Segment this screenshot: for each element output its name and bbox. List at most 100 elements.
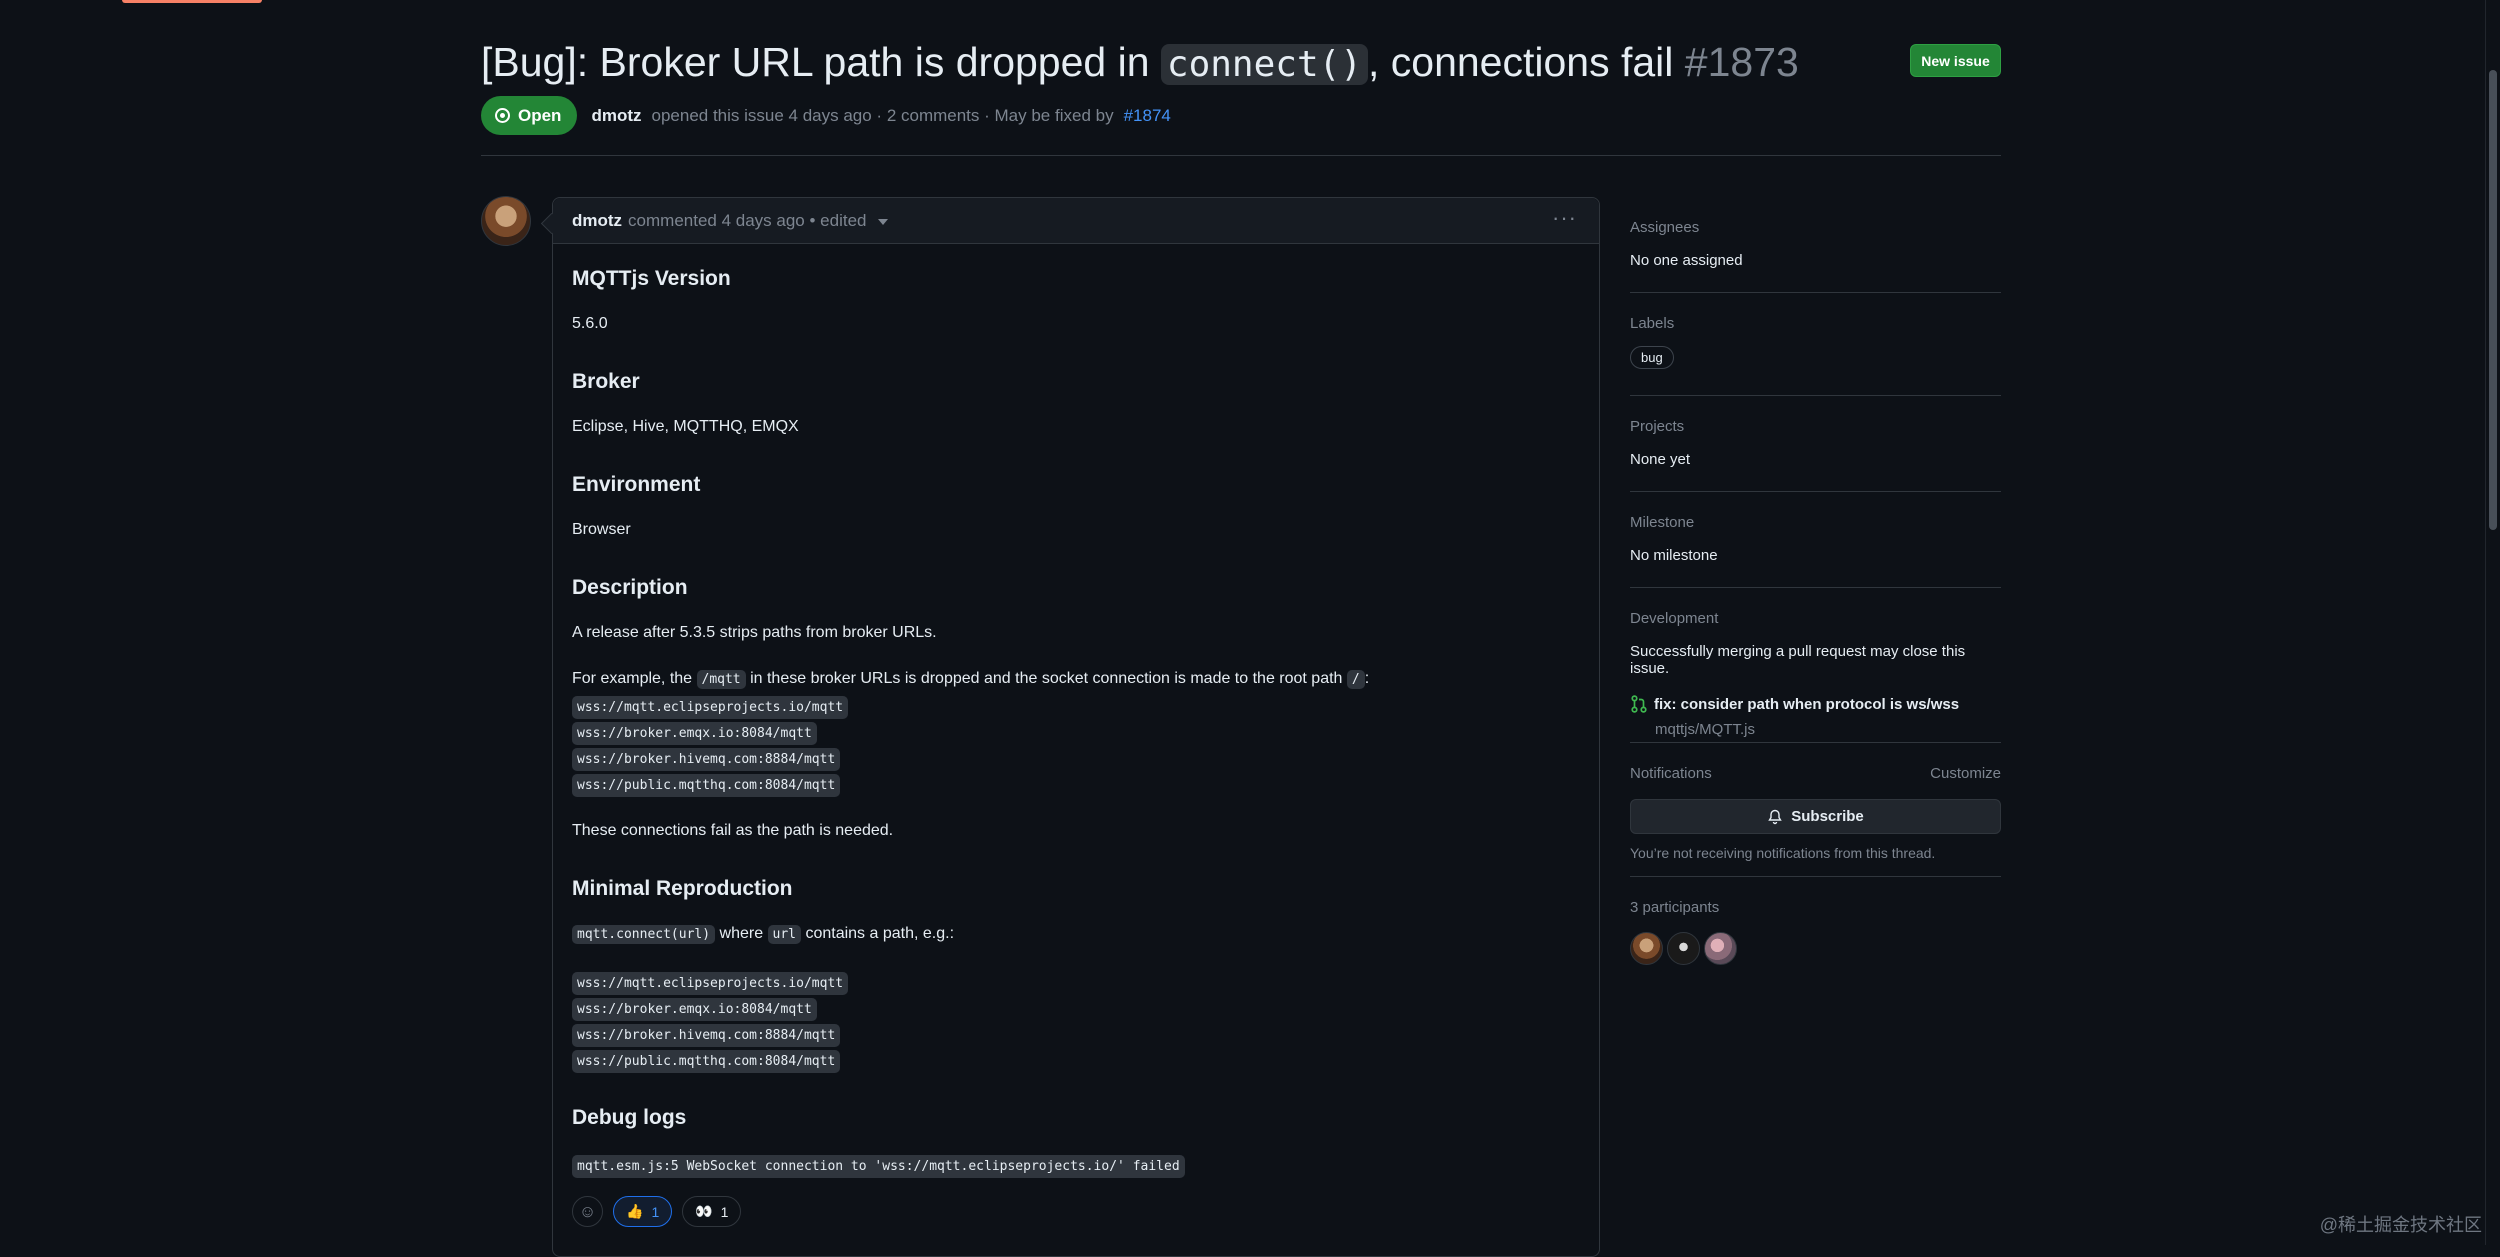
page-scrollbar[interactable] xyxy=(2485,0,2500,1245)
heading-description: Description xyxy=(572,576,688,599)
comment-author-link[interactable]: dmotz xyxy=(572,211,622,231)
issue-author-link[interactable]: dmotz xyxy=(591,106,641,126)
description-p2: For example, the /mqtt in these broker U… xyxy=(572,668,1369,691)
status-badge: Open xyxy=(481,96,578,135)
url-code: wss://broker.hivemq.com:8884/mqtt xyxy=(572,1024,841,1047)
sidebar-development[interactable]: Development Successfully merging a pull … xyxy=(1630,610,2001,738)
version-value: 5.6.0 xyxy=(572,315,608,332)
kebab-menu-icon[interactable]: ··· xyxy=(1552,207,1577,229)
broker-value: Eclipse, Hive, MQTTHQ, EMQX xyxy=(572,418,799,435)
url-code: wss://public.mqtthq.com:8084/mqtt xyxy=(572,1050,841,1073)
debug-log-code: mqtt.esm.js:5 WebSocket connection to 'w… xyxy=(572,1155,1185,1178)
sidebar-divider xyxy=(1630,876,2001,877)
description-p3: These connections fail as the path is ne… xyxy=(572,822,894,839)
reactions-bar: ☺ 👍 1 👀 1 xyxy=(572,1196,742,1227)
reproduction-text: mqtt.connect(url) where url contains a p… xyxy=(572,923,954,946)
sidebar-projects[interactable]: Projects None yet xyxy=(1630,418,2001,468)
avatar[interactable] xyxy=(481,196,531,246)
notifications-note: You’re not receiving notifications from … xyxy=(1630,845,1936,861)
subscribe-label: Subscribe xyxy=(1791,808,1864,825)
sidebar-label: 3 participants xyxy=(1630,899,1720,916)
issue-number: #1873 xyxy=(1684,39,1799,85)
comment-box: dmotz commented 4 days ago • edited ··· … xyxy=(552,197,1600,1257)
sidebar-assignees[interactable]: Assignees No one assigned xyxy=(1630,219,2001,269)
reaction-count: 1 xyxy=(651,1203,660,1220)
sidebar-participants: 3 participants xyxy=(1630,899,2001,965)
issue-title: [Bug]: Broker URL path is dropped in con… xyxy=(481,34,1861,93)
sidebar-milestone[interactable]: Milestone No milestone xyxy=(1630,514,2001,564)
inline-code: / xyxy=(1346,670,1365,689)
environment-value: Browser xyxy=(572,521,631,538)
url-code: wss://broker.hivemq.com:8884/mqtt xyxy=(572,748,841,771)
active-tab-indicator xyxy=(122,0,262,3)
scrollbar-thumb[interactable] xyxy=(2489,70,2497,530)
linked-pull-request[interactable]: fix: consider path when protocol is ws/w… xyxy=(1630,695,2001,713)
title-code: connect() xyxy=(1160,44,1368,85)
issue-open-icon xyxy=(495,108,510,123)
comment-meta[interactable]: commented 4 days ago • edited xyxy=(628,211,866,231)
sidebar-notifications: Notifications Customize Subscribe You’re… xyxy=(1630,765,2001,861)
heading-debug-logs: Debug logs xyxy=(572,1106,687,1129)
linked-pr-link[interactable]: #1874 xyxy=(1124,106,1171,126)
text: where xyxy=(715,925,768,942)
pull-request-repo[interactable]: mqttjs/MQTT.js xyxy=(1655,721,2001,738)
sidebar-divider xyxy=(1630,395,2001,396)
add-reaction-button[interactable]: ☺ xyxy=(572,1196,603,1227)
sidebar-label: Projects xyxy=(1630,418,1685,435)
inline-code: /mqtt xyxy=(696,670,746,689)
issue-meta-row: Open dmotz opened this issue 4 days ago … xyxy=(481,96,1171,135)
comment-header: dmotz commented 4 days ago • edited ··· xyxy=(553,198,1599,244)
new-issue-button[interactable]: New issue xyxy=(1910,44,2001,77)
customize-link[interactable]: Customize xyxy=(1930,765,2001,782)
avatar[interactable] xyxy=(1667,932,1700,965)
sidebar-divider xyxy=(1630,292,2001,293)
pull-request-title[interactable]: fix: consider path when protocol is ws/w… xyxy=(1654,696,1959,713)
sidebar-label: Milestone xyxy=(1630,514,1695,531)
subscribe-button[interactable]: Subscribe xyxy=(1630,799,2001,834)
title-text: [Bug]: Broker URL path is dropped in xyxy=(481,39,1161,85)
top-nav-strip xyxy=(0,0,2490,4)
sidebar-value: Successfully merging a pull request may … xyxy=(1630,643,1966,677)
participants-list xyxy=(1630,932,2001,965)
sidebar-labels[interactable]: Labels bug xyxy=(1630,315,2001,369)
url-code: wss://mqtt.eclipseprojects.io/mqtt xyxy=(572,972,849,995)
chevron-down-icon[interactable] xyxy=(878,219,889,225)
text: For example, the xyxy=(572,670,697,687)
issue-meta-text: opened this issue 4 days ago · 2 comment… xyxy=(651,105,1114,125)
text: : xyxy=(1364,670,1370,687)
heading-broker: Broker xyxy=(572,370,640,393)
heading-version: MQTTjs Version xyxy=(572,267,731,290)
heading-reproduction: Minimal Reproduction xyxy=(572,877,793,900)
thumbs-up-icon: 👍 xyxy=(626,1203,644,1219)
watermark: @稀土掘金技术社区 xyxy=(2319,1215,2482,1235)
avatar[interactable] xyxy=(1704,932,1737,965)
title-text-suffix: , connections fail xyxy=(1367,39,1674,85)
eyes-icon: 👀 xyxy=(695,1203,713,1219)
sidebar-label: Assignees xyxy=(1630,219,1700,236)
url-code: wss://mqtt.eclipseprojects.io/mqtt xyxy=(572,696,849,719)
label-bug[interactable]: bug xyxy=(1630,346,1674,369)
url-code: wss://public.mqtthq.com:8084/mqtt xyxy=(572,774,841,797)
inline-code: mqtt.connect(url) xyxy=(572,925,716,944)
avatar[interactable] xyxy=(1630,932,1663,965)
description-p1: A release after 5.3.5 strips paths from … xyxy=(572,624,937,641)
sidebar-divider xyxy=(1630,742,2001,743)
sidebar-label: Labels xyxy=(1630,315,1675,332)
sidebar-value: No one assigned xyxy=(1630,252,1743,269)
url-code: wss://broker.emqx.io:8084/mqtt xyxy=(572,722,817,745)
reaction-eyes-button[interactable]: 👀 1 xyxy=(682,1196,742,1227)
heading-environment: Environment xyxy=(572,473,701,496)
sidebar-label: Development xyxy=(1630,610,1719,627)
status-label: Open xyxy=(518,105,562,125)
pull-request-icon xyxy=(1631,695,1647,713)
inline-code: url xyxy=(767,925,802,944)
sidebar-divider xyxy=(1630,587,2001,588)
sidebar-divider xyxy=(1630,491,2001,492)
reaction-thumbs-up-button[interactable]: 👍 1 xyxy=(613,1196,673,1227)
text: in these broker URLs is dropped and the … xyxy=(745,670,1347,687)
sidebar-value: None yet xyxy=(1630,451,1691,468)
url-code: wss://broker.emqx.io:8084/mqtt xyxy=(572,998,817,1021)
text: contains a path, e.g.: xyxy=(801,925,955,942)
sidebar-value: No milestone xyxy=(1630,547,1718,564)
reaction-count: 1 xyxy=(720,1203,729,1220)
